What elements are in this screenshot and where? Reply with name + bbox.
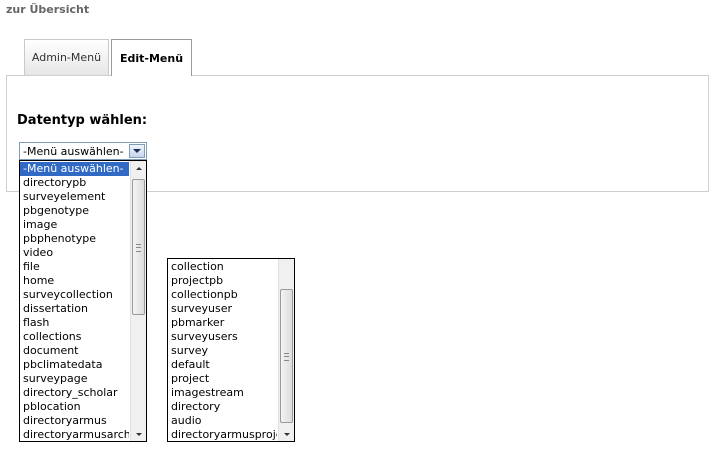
arrow-up-icon xyxy=(135,166,142,170)
datatype-dropdown-list[interactable]: -Menü auswählen-directorypb surveyelement… xyxy=(19,160,147,442)
list-option[interactable]: default xyxy=(168,358,277,372)
list-option[interactable]: surveypage xyxy=(20,372,129,386)
list-option[interactable]: dissertation xyxy=(20,302,129,316)
scroll-up-button[interactable] xyxy=(131,161,146,175)
datatype-select-value: -Menü auswählen- xyxy=(23,145,124,158)
dropdown-button[interactable] xyxy=(129,144,145,158)
back-to-overview-link[interactable]: zur Übersicht xyxy=(6,3,89,16)
list-option[interactable]: survey xyxy=(168,344,277,358)
scrollbar-thumb[interactable] xyxy=(132,179,145,315)
tab-admin-menu[interactable]: Admin-Menü xyxy=(24,39,109,75)
list-option[interactable]: projectpb xyxy=(168,274,277,288)
list-option[interactable]: collection xyxy=(168,260,277,274)
chevron-down-icon xyxy=(133,149,141,153)
grip-icon xyxy=(284,353,289,361)
list-option[interactable]: pbmarker xyxy=(168,316,277,330)
list-option[interactable]: project xyxy=(168,372,277,386)
arrow-down-icon xyxy=(283,432,290,436)
datatype-heading: Datentyp wählen: xyxy=(17,113,148,128)
arrow-down-icon xyxy=(135,432,142,436)
scroll-down-button[interactable] xyxy=(131,427,146,441)
list-option[interactable]: audio xyxy=(168,414,277,428)
list-option[interactable]: collectionpb xyxy=(168,288,277,302)
list-option[interactable]: pblocation xyxy=(20,400,129,414)
list-option[interactable]: flash xyxy=(20,316,129,330)
list-option[interactable]: home xyxy=(20,274,129,288)
list-option[interactable]: directoryarmusproject xyxy=(168,428,277,441)
dropdown-scrollbar[interactable] xyxy=(130,161,146,441)
scroll-down-button[interactable] xyxy=(279,427,294,441)
list-option[interactable]: file xyxy=(20,260,129,274)
list-option[interactable]: surveycollection xyxy=(20,288,129,302)
list-option[interactable]: directory_scholar xyxy=(20,386,129,400)
list-option[interactable]: surveyusers xyxy=(168,330,277,344)
list-option[interactable]: directory xyxy=(168,400,277,414)
list-option[interactable]: video xyxy=(20,246,129,260)
tab-edit-menu-label: Edit-Menü xyxy=(119,51,184,65)
list-option[interactable]: directoryarmus xyxy=(20,414,129,428)
list-option[interactable]: directoryarmusarch xyxy=(20,428,129,441)
list-option[interactable]: image xyxy=(20,218,129,232)
list-option[interactable]: pbclimatedata xyxy=(20,358,129,372)
datatype-secondary-list[interactable]: collection projectpb collectionpb surveyuse… xyxy=(167,258,295,442)
secondary-list-scrollbar[interactable] xyxy=(278,259,294,441)
list-option[interactable]: pbphenotype xyxy=(20,232,129,246)
list-option[interactable]: document xyxy=(20,344,129,358)
tab-admin-menu-label: Admin-Menü xyxy=(31,51,102,64)
tab-edit-menu[interactable]: Edit-Menü xyxy=(111,39,192,76)
datatype-select[interactable]: -Menü auswählen- xyxy=(19,142,147,160)
scrollbar-thumb[interactable] xyxy=(280,289,293,423)
grip-icon xyxy=(136,244,141,252)
list-option[interactable]: imagestream xyxy=(168,386,277,400)
list-option[interactable]: collections xyxy=(20,330,129,344)
list-option[interactable]: -Menü auswählen- xyxy=(20,162,129,176)
list-option[interactable]: surveyuser xyxy=(168,302,277,316)
list-option[interactable]: directorypb xyxy=(20,176,129,190)
list-option[interactable]: pbgenotype xyxy=(20,204,129,218)
list-option[interactable]: surveyelement xyxy=(20,190,129,204)
